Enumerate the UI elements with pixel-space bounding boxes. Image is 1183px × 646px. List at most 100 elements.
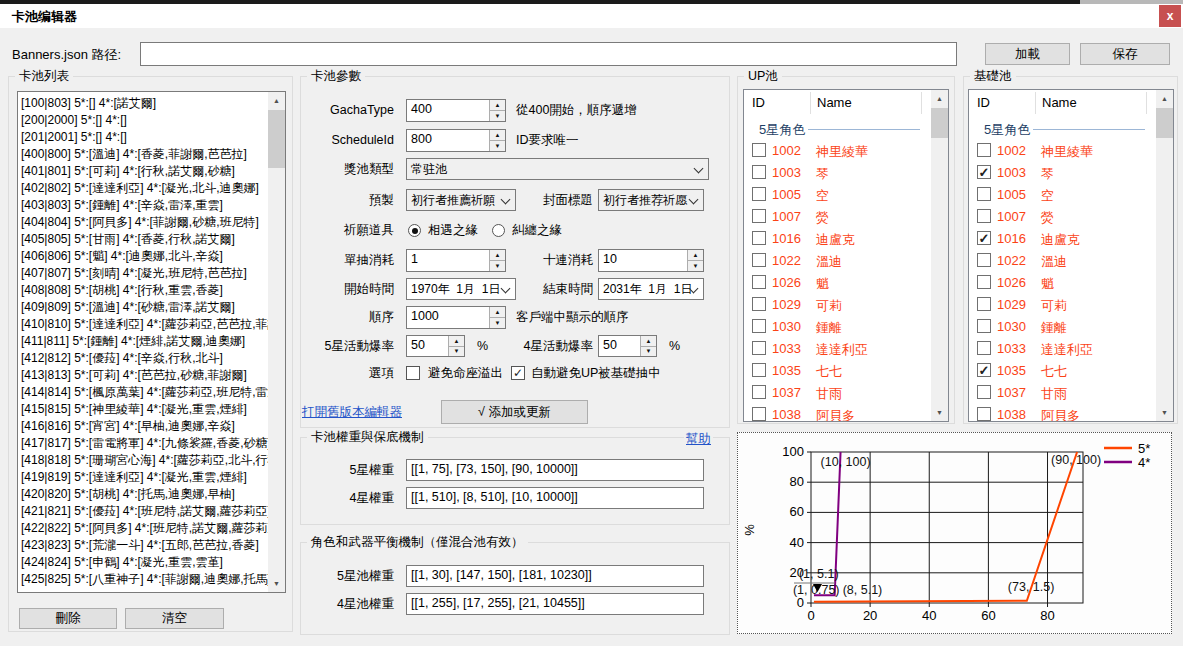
row-checkbox[interactable]: [977, 297, 991, 311]
character-row[interactable]: 1007熒: [744, 206, 948, 228]
row-checkbox[interactable]: [752, 231, 766, 245]
auto-avoid-up-checkbox[interactable]: ✓: [511, 366, 525, 380]
start-time-picker[interactable]: 1970年 1月 1日: [406, 278, 516, 300]
list-item[interactable]: [406|806] 5*:[魈] 4*:[迪奧娜,北斗,辛焱]: [18, 248, 285, 265]
row-checkbox[interactable]: [752, 319, 766, 333]
end-time-picker[interactable]: 2031年 1月 1日: [598, 278, 704, 300]
row-checkbox[interactable]: [752, 187, 766, 201]
row-checkbox[interactable]: [752, 407, 766, 421]
cover-title-combo[interactable]: 初行者推荐祈愿: [598, 189, 704, 211]
base-pool-listview[interactable]: ID Name 5星角色 1002神里綾華✓1003琴1005空1007熒✓10…: [968, 89, 1174, 422]
row-checkbox[interactable]: [752, 143, 766, 157]
rate4-spinner[interactable]: 50 ▲▼: [598, 335, 657, 357]
weight5-input[interactable]: [[1, 75], [73, 150], [90, 10000]]: [406, 459, 704, 481]
list-item[interactable]: [415|815] 5*:[神里綾華] 4*:[凝光,重雲,煙緋]: [18, 401, 285, 418]
character-row[interactable]: 1030鍾離: [969, 316, 1173, 338]
add-update-button[interactable]: √ 添加或更新: [441, 400, 588, 424]
radio-acquaint-fate[interactable]: [408, 224, 421, 237]
list-item[interactable]: [407|807] 5*:[刻晴] 4*:[凝光,班尼特,芭芭拉]: [18, 265, 285, 282]
row-checkbox[interactable]: [977, 187, 991, 201]
list-item[interactable]: [423|823] 5*:[荒瀧一斗] 4*:[五郎,芭芭拉,香菱]: [18, 537, 285, 554]
list-item[interactable]: [420|820] 5*:[胡桃] 4*:[托馬,迪奧娜,早柚]: [18, 486, 285, 503]
list-item[interactable]: [408|808] 5*:[胡桃] 4*:[行秋,重雲,香菱]: [18, 282, 285, 299]
character-row[interactable]: 1002神里綾華: [744, 140, 948, 162]
row-checkbox[interactable]: [752, 297, 766, 311]
preset-combo[interactable]: 初行者推薦祈願: [406, 189, 516, 211]
radio-intertwined-fate[interactable]: [492, 224, 505, 237]
list-item[interactable]: [200|2000] 5*:[] 4*:[]: [18, 112, 285, 129]
order-spinner[interactable]: 1000 ▲▼: [406, 306, 506, 329]
scroll-down-icon[interactable]: ▼: [268, 575, 285, 592]
character-row[interactable]: 1029可莉: [969, 294, 1173, 316]
list-item[interactable]: [425|825] 5*:[八重神子] 4*:[菲謝爾,迪奧娜,托馬]: [18, 571, 285, 588]
row-checkbox[interactable]: [977, 275, 991, 289]
list-item[interactable]: [413|813] 5*:[可莉] 4*:[芭芭拉,砂糖,菲謝爾]: [18, 367, 285, 384]
row-checkbox[interactable]: [752, 209, 766, 223]
row-checkbox[interactable]: ✓: [977, 231, 991, 245]
help-link[interactable]: 幫助: [684, 431, 713, 448]
character-row[interactable]: 1002神里綾華: [969, 140, 1173, 162]
row-checkbox[interactable]: [977, 341, 991, 355]
list-item[interactable]: [418|818] 5*:[珊瑚宮心海] 4*:[蘿莎莉亞,北斗,行秋]: [18, 452, 285, 469]
row-checkbox[interactable]: [752, 341, 766, 355]
row-checkbox[interactable]: [752, 165, 766, 179]
character-row[interactable]: 1016迪盧克: [744, 228, 948, 250]
list-item[interactable]: [410|810] 5*:[達達利亞] 4*:[蘿莎莉亞,芭芭拉,菲謝爾]: [18, 316, 285, 333]
row-checkbox[interactable]: [977, 253, 991, 267]
up-pool-scrollbar[interactable]: ▲ ▼: [931, 90, 948, 421]
list-item[interactable]: [100|803] 5*:[] 4*:[諾艾爾]: [18, 95, 285, 112]
up-pool-listview[interactable]: ID Name 5星角色 1002神里綾華1003琴1005空1007熒1016…: [743, 89, 949, 422]
pool-listbox[interactable]: [100|803] 5*:[] 4*:[諾艾爾][200|2000] 5*:[]…: [17, 91, 286, 593]
row-checkbox[interactable]: [752, 275, 766, 289]
list-item[interactable]: [419|819] 5*:[達達利亞] 4*:[凝光,重雲,煙緋]: [18, 469, 285, 486]
close-button[interactable]: x: [1159, 5, 1181, 27]
scroll-thumb[interactable]: [1156, 108, 1173, 138]
character-row[interactable]: 1026魈: [744, 272, 948, 294]
pool-type-combo[interactable]: 常驻池: [406, 158, 709, 180]
row-checkbox[interactable]: [977, 385, 991, 399]
character-row[interactable]: 1038阿貝多: [969, 404, 1173, 422]
list-item[interactable]: [403|803] 5*:[鍾離] 4*:[辛焱,雷澤,重雲]: [18, 197, 285, 214]
scroll-up-icon[interactable]: ▲: [1156, 90, 1173, 107]
list-item[interactable]: [424|824] 5*:[申鶴] 4*:[凝光,重雲,雲堇]: [18, 554, 285, 571]
save-button[interactable]: 保存: [1080, 43, 1170, 65]
scroll-up-icon[interactable]: ▲: [268, 92, 285, 109]
character-row[interactable]: 1007熒: [969, 206, 1173, 228]
list-item[interactable]: [412|812] 5*:[優菈] 4*:[辛焱,行秋,北斗]: [18, 350, 285, 367]
row-checkbox[interactable]: [977, 319, 991, 333]
list-item[interactable]: [414|814] 5*:[楓原萬葉] 4*:[蘿莎莉亞,班尼特,雷澤]: [18, 384, 285, 401]
row-checkbox[interactable]: [752, 363, 766, 377]
list-item[interactable]: [411|811] 5*:[鍾離] 4*:[煙緋,諾艾爾,迪奧娜]: [18, 333, 285, 350]
row-checkbox[interactable]: ✓: [977, 165, 991, 179]
character-row[interactable]: 1005空: [744, 184, 948, 206]
avoid-constellation-checkbox[interactable]: [406, 366, 420, 380]
weight4-input[interactable]: [[1, 510], [8, 510], [10, 10000]]: [406, 487, 704, 509]
list-item[interactable]: [416|816] 5*:[宵宮] 4*:[早柚,迪奧娜,辛焱]: [18, 418, 285, 435]
character-row[interactable]: 1037甘雨: [969, 382, 1173, 404]
character-row[interactable]: 1033達達利亞: [969, 338, 1173, 360]
character-row[interactable]: 1005空: [969, 184, 1173, 206]
character-row[interactable]: 1037甘雨: [744, 382, 948, 404]
list-item[interactable]: [422|822] 5*:[阿貝多] 4*:[班尼特,諾艾爾,蘿莎莉亞]: [18, 520, 285, 537]
character-row[interactable]: 1003琴: [744, 162, 948, 184]
list-item[interactable]: [401|801] 5*:[可莉] 4*:[行秋,諾艾爾,砂糖]: [18, 163, 285, 180]
character-row[interactable]: 1026魈: [969, 272, 1173, 294]
scroll-thumb[interactable]: [268, 110, 285, 168]
list-item[interactable]: [417|817] 5*:[雷電將軍] 4*:[九條裟羅,香菱,砂糖]: [18, 435, 285, 452]
list-item[interactable]: [400|800] 5*:[溫迪] 4*:[香菱,菲謝爾,芭芭拉]: [18, 146, 285, 163]
row-checkbox[interactable]: [752, 253, 766, 267]
list-item[interactable]: [409|809] 5*:[溫迪] 4*:[砂糖,雷澤,諾艾爾]: [18, 299, 285, 316]
pool-weight5-input[interactable]: [[1, 30], [147, 150], [181, 10230]]: [406, 565, 704, 587]
path-input[interactable]: [140, 42, 957, 66]
list-item[interactable]: [405|805] 5*:[甘雨] 4*:[香菱,行秋,諾艾爾]: [18, 231, 285, 248]
schedule-id-spinner[interactable]: 800 ▲▼: [406, 129, 506, 152]
list-item[interactable]: [404|804] 5*:[阿貝多] 4*:[菲謝爾,砂糖,班尼特]: [18, 214, 285, 231]
single-cost-spinner[interactable]: 1 ▲▼: [406, 249, 506, 272]
character-row[interactable]: ✓1035七七: [969, 360, 1173, 382]
list-item[interactable]: [402|802] 5*:[達達利亞] 4*:[凝光,北斗,迪奧娜]: [18, 180, 285, 197]
row-checkbox[interactable]: [977, 209, 991, 223]
character-row[interactable]: 1035七七: [744, 360, 948, 382]
character-row[interactable]: 1030鍾離: [744, 316, 948, 338]
row-checkbox[interactable]: [977, 407, 991, 421]
character-row[interactable]: 1022溫迪: [744, 250, 948, 272]
